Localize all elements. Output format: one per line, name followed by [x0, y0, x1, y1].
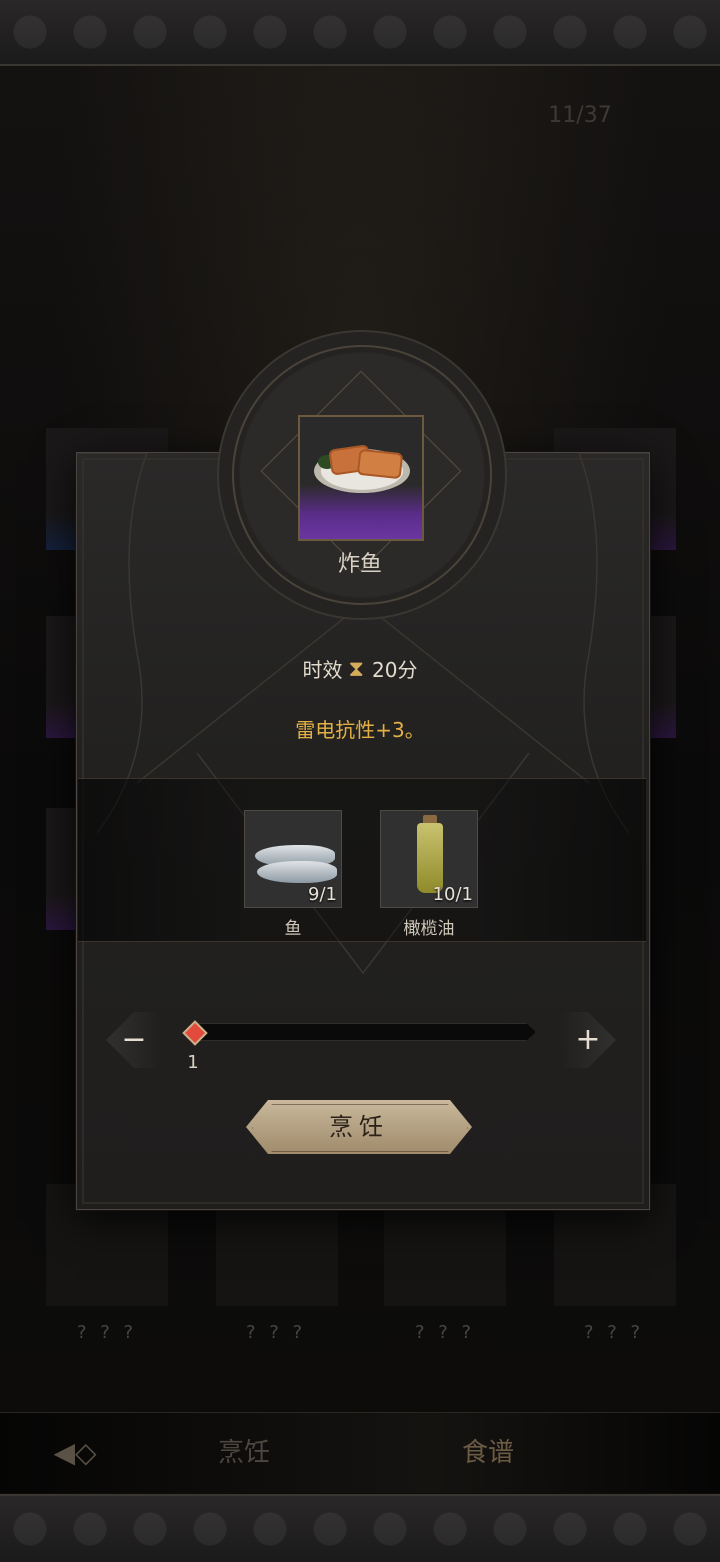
top-frame: [0, 0, 720, 66]
cook-button[interactable]: 烹饪: [246, 1100, 472, 1154]
duration-label: 时效: [302, 658, 343, 682]
duration-value: 20分: [372, 658, 418, 682]
bottom-frame: [0, 1494, 720, 1562]
ingredient-strip: [78, 778, 646, 942]
quantity-value: 1: [187, 1052, 199, 1073]
ingredient-count: 10/1: [432, 884, 473, 905]
ingredient-fish[interactable]: 9/1: [244, 810, 342, 908]
tab-recipe[interactable]: 食谱: [428, 1431, 548, 1475]
bg-recipe-label: ? ? ?: [583, 1322, 645, 1343]
ingredient-count: 9/1: [308, 884, 337, 905]
bg-recipe-label: ? ? ?: [76, 1322, 138, 1343]
duration-row: 时效 ⧗ 20分: [0, 655, 720, 685]
ingredient-olive-oil[interactable]: 10/1: [380, 810, 478, 908]
bg-recipe-label: ? ? ?: [245, 1322, 307, 1343]
quantity-slider[interactable]: [184, 1023, 536, 1041]
dish-icon: [298, 415, 424, 541]
ingredient-name: 橄榄油: [403, 919, 455, 939]
effect-text: 雷电抗性+3。: [295, 718, 425, 742]
ingredient-name: 鱼: [284, 919, 302, 939]
recipe-counter: 11/37: [548, 103, 612, 128]
bottom-nav: ◀◇ 烹饪 食谱: [0, 1412, 720, 1493]
fish-fillet-shape: [356, 448, 404, 480]
bg-recipe-label: ? ? ?: [414, 1322, 476, 1343]
tab-cook[interactable]: 烹饪: [184, 1431, 304, 1475]
back-arrow-icon[interactable]: ◀◇: [30, 1431, 120, 1475]
hourglass-icon: ⧗: [348, 657, 364, 682]
item-name: 炸鱼: [337, 552, 382, 577]
